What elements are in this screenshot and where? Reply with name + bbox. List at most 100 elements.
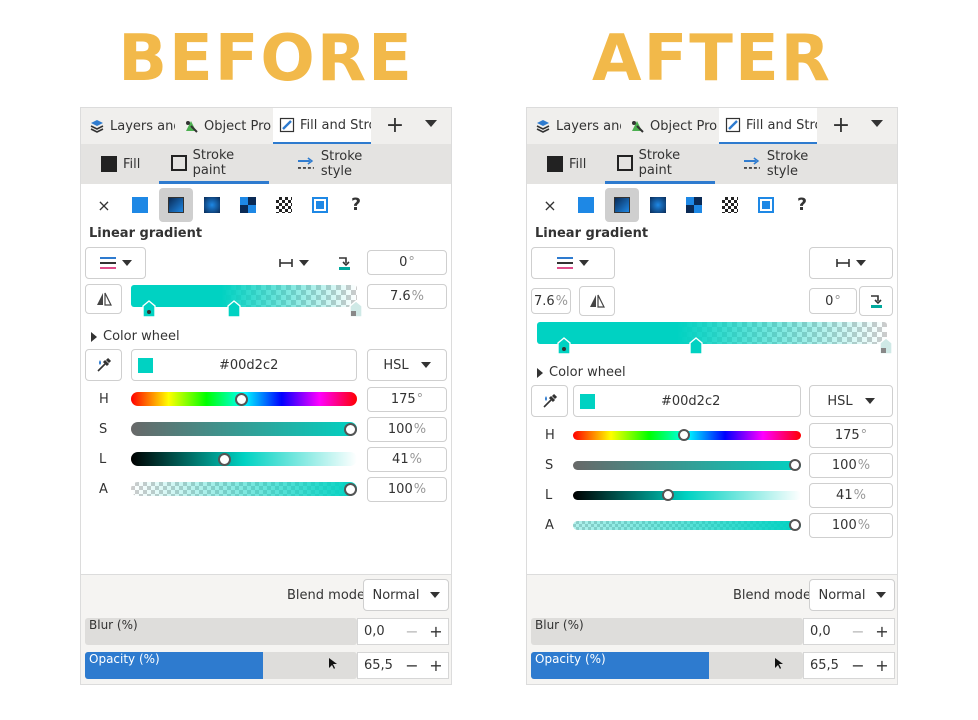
unset-paint-button[interactable]: ?	[785, 188, 819, 222]
opacity-value: 65,5	[364, 658, 393, 673]
tab-layers-and-objects[interactable]: Layers and Objects	[529, 108, 621, 144]
tab-object-properties[interactable]: Object Properties	[177, 108, 271, 144]
gradient-stop-handle[interactable]	[689, 337, 703, 355]
hue-slider-handle[interactable]	[677, 429, 690, 441]
alpha-value-field[interactable]: 100%	[367, 477, 447, 502]
color-mode-dropdown[interactable]: HSL	[809, 385, 893, 417]
blur-spinbox[interactable]: 0,0 − +	[357, 618, 449, 645]
blur-increment-button[interactable]: +	[870, 622, 894, 641]
radial-gradient-button[interactable]	[641, 188, 675, 222]
blend-mode-dropdown[interactable]: Normal	[363, 579, 449, 611]
subtab-stroke-style[interactable]: Stroke style	[277, 144, 397, 184]
tab-fill-and-stroke[interactable]: Fill and Stroke	[273, 108, 371, 144]
tab-layers-and-objects[interactable]: Layers and Objects	[83, 108, 175, 144]
hue-value-field[interactable]: 175 °	[367, 387, 447, 412]
eyedropper-button[interactable]	[85, 349, 122, 381]
color-wheel-expander[interactable]: Color wheel	[537, 365, 626, 380]
stop-offset-field[interactable]: 7.6%	[531, 288, 571, 314]
subtab-stroke-paint[interactable]: Stroke paint	[605, 144, 715, 184]
alpha-slider[interactable]	[573, 521, 801, 530]
hue-slider-handle[interactable]	[234, 393, 248, 406]
opacity-spinbox[interactable]: 65,5 − +	[357, 652, 449, 679]
gradient-stop-handle[interactable]	[879, 337, 893, 355]
lightness-value-field[interactable]: 41%	[367, 447, 447, 472]
subtab-stroke-paint[interactable]: Stroke paint	[159, 144, 269, 184]
opacity-slider[interactable]: Opacity (%)	[85, 652, 357, 679]
gradient-stop-handle[interactable]	[227, 300, 241, 318]
lightness-slider-handle[interactable]	[661, 489, 674, 501]
pattern-button[interactable]	[267, 188, 301, 222]
eyedropper-button[interactable]	[531, 385, 568, 417]
gradient-angle-field[interactable]: 0 °	[809, 288, 857, 314]
subtab-fill[interactable]: Fill	[81, 144, 155, 184]
linear-gradient-button[interactable]	[605, 188, 639, 222]
alpha-value-field[interactable]: 100%	[809, 513, 893, 538]
saturation-slider-handle[interactable]	[344, 423, 357, 436]
gradient-stop-handle[interactable]	[557, 337, 571, 355]
reverse-gradient-button[interactable]	[859, 286, 893, 316]
opacity-slider[interactable]: Opacity (%)	[531, 652, 803, 679]
color-mode-dropdown[interactable]: HSL	[367, 349, 447, 381]
blur-decrement-button[interactable]: −	[400, 622, 424, 641]
no-paint-button[interactable]: ×	[87, 188, 121, 222]
blur-increment-button[interactable]: +	[424, 622, 448, 641]
lightness-slider[interactable]	[131, 452, 357, 466]
gradient-angle-field[interactable]: 0 °	[367, 250, 447, 275]
alpha-slider[interactable]	[131, 482, 357, 496]
saturation-value-field[interactable]: 100%	[367, 417, 447, 442]
lightness-slider[interactable]	[573, 491, 801, 500]
reverse-gradient-button[interactable]	[333, 250, 355, 276]
blur-slider[interactable]: Blur (%)	[85, 618, 357, 645]
repeat-mode-dropdown[interactable]	[273, 250, 315, 276]
alpha-slider-handle[interactable]	[344, 483, 357, 496]
gradient-stop-handle[interactable]	[349, 300, 363, 318]
gradient-library-dropdown[interactable]	[85, 247, 146, 279]
alpha-slider-handle[interactable]	[789, 519, 801, 531]
mesh-gradient-button[interactable]	[231, 188, 265, 222]
opacity-decrement-button[interactable]: −	[846, 656, 870, 675]
lightness-value-field[interactable]: 41%	[809, 483, 893, 508]
swatch-button[interactable]	[303, 188, 337, 222]
blur-decrement-button[interactable]: −	[846, 622, 870, 641]
opacity-increment-button[interactable]: +	[424, 656, 448, 675]
mesh-gradient-button[interactable]	[677, 188, 711, 222]
add-tab-button[interactable]: +	[829, 113, 853, 139]
hue-value-field[interactable]: 175 °	[809, 423, 893, 448]
linear-gradient-button[interactable]	[159, 188, 193, 222]
add-tab-button[interactable]: +	[383, 113, 407, 139]
subtab-fill[interactable]: Fill	[527, 144, 601, 184]
no-paint-button[interactable]: ×	[533, 188, 567, 222]
blur-slider[interactable]: Blur (%)	[531, 618, 803, 645]
opacity-increment-button[interactable]: +	[870, 656, 894, 675]
saturation-value-field[interactable]: 100%	[809, 453, 893, 478]
saturation-slider-handle[interactable]	[789, 459, 801, 471]
opacity-decrement-button[interactable]: −	[400, 656, 424, 675]
saturation-slider[interactable]	[573, 461, 801, 470]
subtab-stroke-style[interactable]: Stroke style	[723, 144, 843, 184]
tab-menu-chevron-icon[interactable]	[871, 120, 883, 127]
gradient-library-dropdown[interactable]	[531, 247, 615, 279]
blur-spinbox[interactable]: 0,0 − +	[803, 618, 895, 645]
tab-fill-and-stroke[interactable]: Fill and Stroke	[719, 108, 817, 144]
pattern-button[interactable]	[713, 188, 747, 222]
opacity-spinbox[interactable]: 65,5 − +	[803, 652, 895, 679]
flip-gradient-button[interactable]	[85, 284, 122, 314]
gradient-preview-bar[interactable]	[537, 322, 887, 344]
unset-paint-button[interactable]: ?	[339, 188, 373, 222]
flat-color-button[interactable]	[569, 188, 603, 222]
repeat-mode-dropdown[interactable]	[809, 247, 893, 279]
tab-menu-chevron-icon[interactable]	[425, 120, 437, 127]
hex-color-field[interactable]: #00d2c2	[131, 349, 357, 381]
saturation-slider[interactable]	[131, 422, 357, 436]
stop-offset-field[interactable]: 7.6%	[367, 284, 447, 309]
flat-color-button[interactable]	[123, 188, 157, 222]
flip-gradient-button[interactable]	[579, 286, 615, 316]
tab-object-properties[interactable]: Object Properties	[623, 108, 717, 144]
swatch-button[interactable]	[749, 188, 783, 222]
hex-color-field[interactable]: #00d2c2	[573, 385, 801, 417]
gradient-preview-bar[interactable]	[131, 285, 357, 307]
radial-gradient-button[interactable]	[195, 188, 229, 222]
gradient-stop-handle[interactable]	[142, 300, 156, 318]
color-wheel-expander[interactable]: Color wheel	[91, 329, 180, 344]
blend-mode-dropdown[interactable]: Normal	[809, 579, 895, 611]
